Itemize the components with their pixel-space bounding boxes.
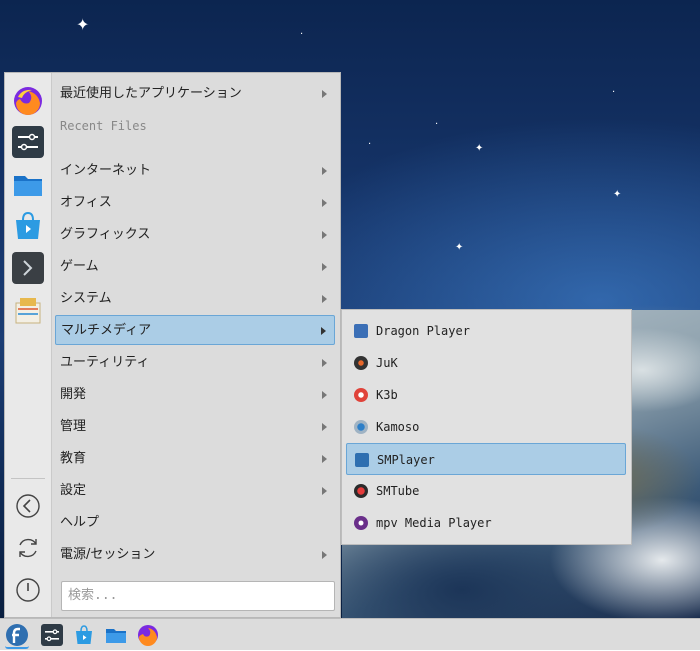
app-label: mpv Media Player: [376, 516, 492, 530]
category-label: マルチメディア: [61, 323, 152, 338]
terminal-icon[interactable]: [12, 252, 44, 284]
k3b-icon: [354, 388, 368, 402]
favorites-bar: [5, 73, 52, 617]
chevron-right-icon: [322, 423, 327, 431]
category-utilities[interactable]: ユーティリティ: [55, 348, 335, 378]
chevron-right-icon: [322, 231, 327, 239]
wallpaper-star: ·: [612, 87, 616, 98]
app-dragon-player[interactable]: Dragon Player: [346, 315, 626, 347]
favorites-separator: [11, 478, 45, 479]
wallpaper-star: ✦: [613, 189, 622, 200]
wallpaper-star: ·: [368, 139, 372, 150]
refresh-icon[interactable]: [16, 536, 40, 560]
category-settings[interactable]: 設定: [55, 476, 335, 506]
app-label: JuK: [376, 356, 398, 370]
juk-icon: [354, 356, 368, 370]
wallpaper-star: ·: [300, 29, 304, 40]
back-icon[interactable]: [16, 494, 40, 518]
firefox-icon[interactable]: [137, 624, 159, 646]
archive-icon[interactable]: [12, 294, 44, 326]
recent-files-label[interactable]: Recent Files: [60, 119, 147, 133]
recent-applications[interactable]: 最近使用したアプリケーション: [55, 79, 335, 109]
chevron-right-icon: [322, 199, 327, 207]
category-graphics[interactable]: グラフィックス: [55, 220, 335, 250]
category-development[interactable]: 開発: [55, 380, 335, 410]
category-label: グラフィックス: [60, 227, 151, 242]
multimedia-submenu: Dragon Player JuK K3b Kamoso SMPlayer SM…: [341, 309, 632, 545]
wallpaper-star: ✦: [455, 242, 464, 253]
category-education[interactable]: 教育: [55, 444, 335, 474]
app-kamoso[interactable]: Kamoso: [346, 411, 626, 443]
smtube-icon: [354, 484, 368, 498]
category-office[interactable]: オフィス: [55, 188, 335, 218]
wallpaper-star: ✦: [475, 143, 484, 154]
category-multimedia[interactable]: マルチメディア: [55, 315, 335, 345]
firefox-icon[interactable]: [12, 85, 44, 117]
app-mpv[interactable]: mpv Media Player: [346, 507, 626, 539]
category-label: 電源/セッション: [60, 547, 156, 562]
chevron-right-icon: [322, 167, 327, 175]
chevron-right-icon: [322, 359, 327, 367]
category-administration[interactable]: 管理: [55, 412, 335, 442]
app-label: SMTube: [376, 484, 420, 498]
category-system[interactable]: システム: [55, 284, 335, 314]
search-input[interactable]: 検索...: [61, 581, 335, 611]
app-smplayer[interactable]: SMPlayer: [346, 443, 626, 475]
category-label: 設定: [60, 483, 87, 498]
chevron-right-icon: [322, 551, 327, 559]
recent-applications-label: 最近使用したアプリケーション: [60, 86, 242, 101]
chevron-right-icon: [322, 455, 327, 463]
chevron-right-icon: [322, 487, 327, 495]
app-k3b[interactable]: K3b: [346, 379, 626, 411]
dragon-player-icon: [354, 324, 368, 338]
application-launcher: 最近使用したアプリケーション Recent Files インターネット オフィス…: [4, 72, 341, 618]
chevron-right-icon: [322, 295, 327, 303]
chevron-right-icon: [321, 327, 326, 335]
category-label: 管理: [60, 419, 87, 434]
chevron-right-icon: [322, 391, 327, 399]
system-settings-icon[interactable]: [41, 624, 63, 646]
category-label: 教育: [60, 451, 87, 466]
category-label: オフィス: [60, 195, 112, 210]
category-label: 開発: [60, 387, 87, 402]
app-label: Kamoso: [376, 420, 420, 434]
wallpaper-star: ·: [435, 119, 439, 130]
app-label: K3b: [376, 388, 398, 402]
fedora-menu-icon[interactable]: [5, 623, 29, 649]
app-label: SMPlayer: [377, 453, 435, 467]
wallpaper-star: ✦: [76, 15, 90, 34]
category-label: ユーティリティ: [60, 355, 150, 370]
category-games[interactable]: ゲーム: [55, 252, 335, 282]
category-label: ヘルプ: [60, 515, 100, 530]
mpv-icon: [354, 516, 368, 530]
app-juk[interactable]: JuK: [346, 347, 626, 379]
app-label: Dragon Player: [376, 324, 470, 338]
software-center-icon[interactable]: [12, 210, 44, 242]
app-smtube[interactable]: SMTube: [346, 475, 626, 507]
software-center-icon[interactable]: [73, 624, 95, 646]
category-help[interactable]: ヘルプ: [55, 508, 335, 538]
smplayer-icon: [355, 453, 369, 467]
category-label: インターネット: [60, 163, 152, 178]
kamoso-icon: [354, 420, 368, 434]
chevron-right-icon: [322, 263, 327, 271]
category-label: ゲーム: [60, 259, 99, 274]
category-power-session[interactable]: 電源/セッション: [55, 540, 335, 570]
category-label: システム: [60, 291, 112, 306]
file-manager-icon[interactable]: [12, 168, 44, 200]
file-manager-icon[interactable]: [105, 624, 127, 646]
power-icon[interactable]: [16, 578, 40, 602]
taskbar: [0, 618, 700, 650]
chevron-right-icon: [322, 90, 327, 98]
category-internet[interactable]: インターネット: [55, 156, 335, 186]
system-settings-icon[interactable]: [12, 126, 44, 158]
